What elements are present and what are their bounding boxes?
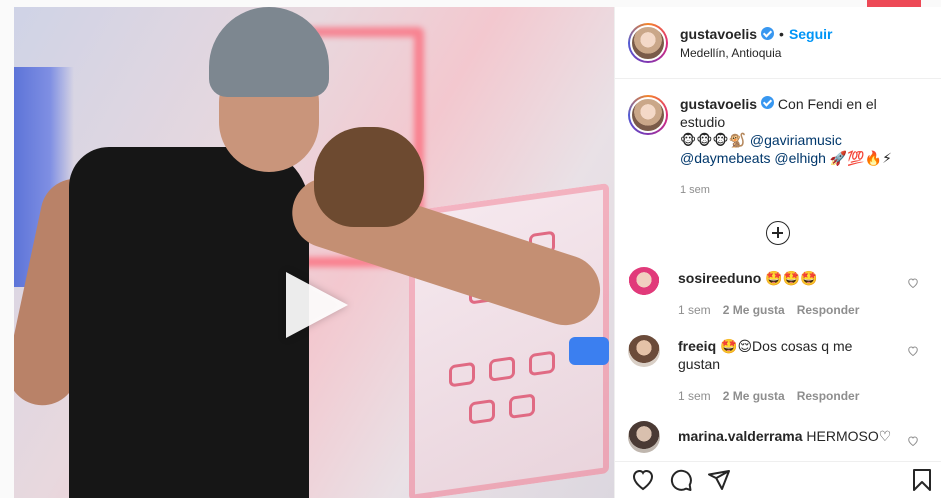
monkey xyxy=(314,127,424,227)
post-view: 1 gustavoelis • Seguir Medellín, Antioqu… xyxy=(0,0,941,498)
person-beanie xyxy=(209,7,329,97)
follow-button[interactable]: Seguir xyxy=(789,26,833,42)
reply-button[interactable]: Responder xyxy=(797,387,860,405)
avatar[interactable] xyxy=(628,95,668,135)
caption-username[interactable]: gustavoelis xyxy=(680,96,757,112)
comment-time[interactable]: 1 sem xyxy=(678,301,711,319)
play-icon[interactable] xyxy=(286,272,348,338)
comment-text: 🤩🤩🤩 xyxy=(765,270,818,286)
action-bar xyxy=(615,461,941,498)
post-sidebar: gustavoelis • Seguir Medellín, Antioquia… xyxy=(614,7,941,498)
comment-text: HERMOSO♡ xyxy=(806,428,892,444)
comment-icon[interactable] xyxy=(669,468,693,492)
load-more-comments xyxy=(615,221,941,245)
comment-item: sosireeduno 🤩🤩🤩 1 sem 2 Me gusta Respond… xyxy=(615,267,941,319)
like-heart-icon[interactable] xyxy=(907,345,919,357)
avatar[interactable] xyxy=(628,335,660,367)
mention-link[interactable]: @daymebeats xyxy=(680,150,770,166)
separator: • xyxy=(779,25,784,42)
comment-username[interactable]: sosireeduno xyxy=(678,270,761,286)
share-icon[interactable] xyxy=(707,468,731,492)
mention-link[interactable]: @elhigh xyxy=(774,150,826,166)
comment-username[interactable]: freeiq xyxy=(678,338,716,354)
like-heart-icon[interactable] xyxy=(907,435,919,447)
panel-hex xyxy=(509,393,535,419)
verified-icon xyxy=(761,27,775,40)
verified-icon xyxy=(761,96,775,109)
location-link[interactable]: Medellín, Antioquia xyxy=(680,46,833,60)
comment-likes[interactable]: 2 Me gusta xyxy=(723,301,785,319)
avatar[interactable] xyxy=(628,421,660,453)
caption-emojis: 🚀💯🔥⚡ xyxy=(829,150,892,166)
caption-emojis: 🐵🐵🐵🐒 xyxy=(680,132,746,148)
panel-hex xyxy=(469,398,495,425)
post-header: gustavoelis • Seguir Medellín, Antioquia xyxy=(615,7,941,79)
comment-likes[interactable]: 2 Me gusta xyxy=(723,387,785,405)
panel-hex xyxy=(449,361,475,388)
panel-hex xyxy=(529,350,555,377)
comment-item: marina.valderrama HERMOSO♡ xyxy=(615,421,941,453)
comment-username[interactable]: marina.valderrama xyxy=(678,428,803,444)
avatar[interactable] xyxy=(628,22,668,63)
mention-link[interactable]: @gaviriamusic xyxy=(750,132,842,148)
plus-circle-icon[interactable] xyxy=(766,221,790,245)
like-heart-icon[interactable] xyxy=(907,277,919,289)
header-username[interactable]: gustavoelis xyxy=(680,26,757,42)
comment-item: freeiq 🤩😌Dos cosas q me gustan 1 sem 2 M… xyxy=(615,335,941,405)
like-icon[interactable] xyxy=(631,468,655,492)
reply-button[interactable]: Responder xyxy=(797,301,860,319)
post-time[interactable]: 1 sem xyxy=(680,181,920,199)
avatar[interactable] xyxy=(628,267,660,299)
person-torso xyxy=(69,147,309,498)
bookmark-icon[interactable] xyxy=(910,468,934,492)
caption: gustavoelis Con Fendi en el estudio 🐵🐵🐵🐒… xyxy=(615,79,941,199)
post-video[interactable] xyxy=(14,7,614,498)
comment-time[interactable]: 1 sem xyxy=(678,387,711,405)
wrist-watch xyxy=(569,337,609,365)
panel-hex xyxy=(489,356,515,382)
